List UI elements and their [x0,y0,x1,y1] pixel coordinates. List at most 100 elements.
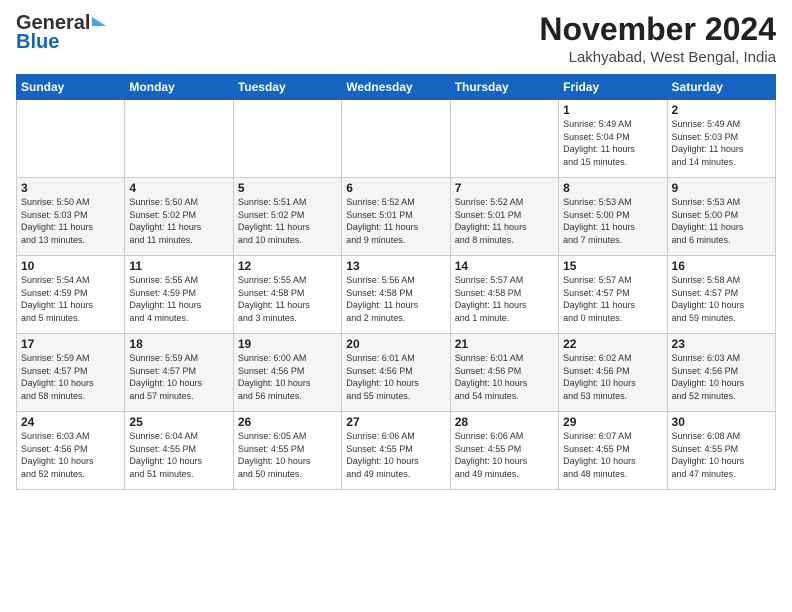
calendar-cell: 10Sunrise: 5:54 AM Sunset: 4:59 PM Dayli… [17,256,125,334]
day-number: 19 [238,337,337,351]
cell-info: Sunrise: 5:56 AM Sunset: 4:58 PM Dayligh… [346,274,445,324]
day-number: 30 [672,415,771,429]
day-number: 16 [672,259,771,273]
calendar-cell: 6Sunrise: 5:52 AM Sunset: 5:01 PM Daylig… [342,178,450,256]
calendar-cell: 4Sunrise: 5:50 AM Sunset: 5:02 PM Daylig… [125,178,233,256]
calendar-cell: 16Sunrise: 5:58 AM Sunset: 4:57 PM Dayli… [667,256,775,334]
calendar-cell: 3Sunrise: 5:50 AM Sunset: 5:03 PM Daylig… [17,178,125,256]
calendar-cell [450,100,558,178]
column-header-tuesday: Tuesday [233,75,341,100]
day-number: 28 [455,415,554,429]
day-number: 20 [346,337,445,351]
calendar-cell: 25Sunrise: 6:04 AM Sunset: 4:55 PM Dayli… [125,412,233,490]
day-number: 10 [21,259,120,273]
calendar-cell: 2Sunrise: 5:49 AM Sunset: 5:03 PM Daylig… [667,100,775,178]
cell-info: Sunrise: 5:59 AM Sunset: 4:57 PM Dayligh… [21,352,120,402]
day-number: 12 [238,259,337,273]
day-number: 24 [21,415,120,429]
cell-info: Sunrise: 5:53 AM Sunset: 5:00 PM Dayligh… [563,196,662,246]
column-header-sunday: Sunday [17,75,125,100]
day-number: 17 [21,337,120,351]
calendar-cell: 15Sunrise: 5:57 AM Sunset: 4:57 PM Dayli… [559,256,667,334]
day-number: 5 [238,181,337,195]
day-number: 2 [672,103,771,117]
day-number: 13 [346,259,445,273]
logo-blue: Blue [16,31,59,54]
cell-info: Sunrise: 6:06 AM Sunset: 4:55 PM Dayligh… [346,430,445,480]
month-title: November 2024 [539,12,776,47]
calendar-cell: 24Sunrise: 6:03 AM Sunset: 4:56 PM Dayli… [17,412,125,490]
column-header-saturday: Saturday [667,75,775,100]
cell-info: Sunrise: 5:57 AM Sunset: 4:58 PM Dayligh… [455,274,554,324]
calendar-cell: 27Sunrise: 6:06 AM Sunset: 4:55 PM Dayli… [342,412,450,490]
day-number: 26 [238,415,337,429]
day-number: 11 [129,259,228,273]
calendar-cell: 17Sunrise: 5:59 AM Sunset: 4:57 PM Dayli… [17,334,125,412]
cell-info: Sunrise: 5:55 AM Sunset: 4:58 PM Dayligh… [238,274,337,324]
day-number: 7 [455,181,554,195]
calendar-cell [233,100,341,178]
cell-info: Sunrise: 5:59 AM Sunset: 4:57 PM Dayligh… [129,352,228,402]
cell-info: Sunrise: 5:55 AM Sunset: 4:59 PM Dayligh… [129,274,228,324]
calendar-cell: 23Sunrise: 6:03 AM Sunset: 4:56 PM Dayli… [667,334,775,412]
cell-info: Sunrise: 5:49 AM Sunset: 5:03 PM Dayligh… [672,118,771,168]
day-number: 3 [21,181,120,195]
day-number: 21 [455,337,554,351]
calendar-cell: 8Sunrise: 5:53 AM Sunset: 5:00 PM Daylig… [559,178,667,256]
calendar-cell: 1Sunrise: 5:49 AM Sunset: 5:04 PM Daylig… [559,100,667,178]
column-header-thursday: Thursday [450,75,558,100]
day-number: 15 [563,259,662,273]
day-number: 18 [129,337,228,351]
calendar-cell [125,100,233,178]
cell-info: Sunrise: 6:08 AM Sunset: 4:55 PM Dayligh… [672,430,771,480]
cell-info: Sunrise: 6:07 AM Sunset: 4:55 PM Dayligh… [563,430,662,480]
calendar-cell: 30Sunrise: 6:08 AM Sunset: 4:55 PM Dayli… [667,412,775,490]
day-number: 9 [672,181,771,195]
cell-info: Sunrise: 5:52 AM Sunset: 5:01 PM Dayligh… [346,196,445,246]
cell-info: Sunrise: 6:03 AM Sunset: 4:56 PM Dayligh… [672,352,771,402]
cell-info: Sunrise: 6:01 AM Sunset: 4:56 PM Dayligh… [346,352,445,402]
cell-info: Sunrise: 6:02 AM Sunset: 4:56 PM Dayligh… [563,352,662,402]
logo: General Blue [16,12,106,54]
calendar-cell: 21Sunrise: 6:01 AM Sunset: 4:56 PM Dayli… [450,334,558,412]
day-number: 27 [346,415,445,429]
calendar-cell: 22Sunrise: 6:02 AM Sunset: 4:56 PM Dayli… [559,334,667,412]
week-row-5: 24Sunrise: 6:03 AM Sunset: 4:56 PM Dayli… [17,412,776,490]
calendar-table: SundayMondayTuesdayWednesdayThursdayFrid… [16,74,776,490]
calendar-cell [17,100,125,178]
day-number: 8 [563,181,662,195]
calendar-cell: 28Sunrise: 6:06 AM Sunset: 4:55 PM Dayli… [450,412,558,490]
calendar-cell: 5Sunrise: 5:51 AM Sunset: 5:02 PM Daylig… [233,178,341,256]
location: Lakhyabad, West Bengal, India [539,49,776,66]
day-number: 1 [563,103,662,117]
cell-info: Sunrise: 6:06 AM Sunset: 4:55 PM Dayligh… [455,430,554,480]
cell-info: Sunrise: 6:03 AM Sunset: 4:56 PM Dayligh… [21,430,120,480]
cell-info: Sunrise: 5:58 AM Sunset: 4:57 PM Dayligh… [672,274,771,324]
day-number: 23 [672,337,771,351]
column-header-monday: Monday [125,75,233,100]
week-row-1: 1Sunrise: 5:49 AM Sunset: 5:04 PM Daylig… [17,100,776,178]
cell-info: Sunrise: 5:50 AM Sunset: 5:03 PM Dayligh… [21,196,120,246]
cell-info: Sunrise: 5:51 AM Sunset: 5:02 PM Dayligh… [238,196,337,246]
week-row-2: 3Sunrise: 5:50 AM Sunset: 5:03 PM Daylig… [17,178,776,256]
cell-info: Sunrise: 5:49 AM Sunset: 5:04 PM Dayligh… [563,118,662,168]
cell-info: Sunrise: 6:01 AM Sunset: 4:56 PM Dayligh… [455,352,554,402]
day-number: 22 [563,337,662,351]
cell-info: Sunrise: 5:52 AM Sunset: 5:01 PM Dayligh… [455,196,554,246]
cell-info: Sunrise: 5:57 AM Sunset: 4:57 PM Dayligh… [563,274,662,324]
calendar-cell: 11Sunrise: 5:55 AM Sunset: 4:59 PM Dayli… [125,256,233,334]
day-number: 14 [455,259,554,273]
day-number: 4 [129,181,228,195]
header: General Blue November 2024 Lakhyabad, We… [16,12,776,66]
day-number: 25 [129,415,228,429]
calendar-cell: 18Sunrise: 5:59 AM Sunset: 4:57 PM Dayli… [125,334,233,412]
calendar-cell: 12Sunrise: 5:55 AM Sunset: 4:58 PM Dayli… [233,256,341,334]
week-row-4: 17Sunrise: 5:59 AM Sunset: 4:57 PM Dayli… [17,334,776,412]
cell-info: Sunrise: 6:05 AM Sunset: 4:55 PM Dayligh… [238,430,337,480]
calendar-cell: 14Sunrise: 5:57 AM Sunset: 4:58 PM Dayli… [450,256,558,334]
calendar-cell: 13Sunrise: 5:56 AM Sunset: 4:58 PM Dayli… [342,256,450,334]
calendar-cell: 20Sunrise: 6:01 AM Sunset: 4:56 PM Dayli… [342,334,450,412]
column-header-wednesday: Wednesday [342,75,450,100]
calendar-cell: 9Sunrise: 5:53 AM Sunset: 5:00 PM Daylig… [667,178,775,256]
calendar-cell: 19Sunrise: 6:00 AM Sunset: 4:56 PM Dayli… [233,334,341,412]
